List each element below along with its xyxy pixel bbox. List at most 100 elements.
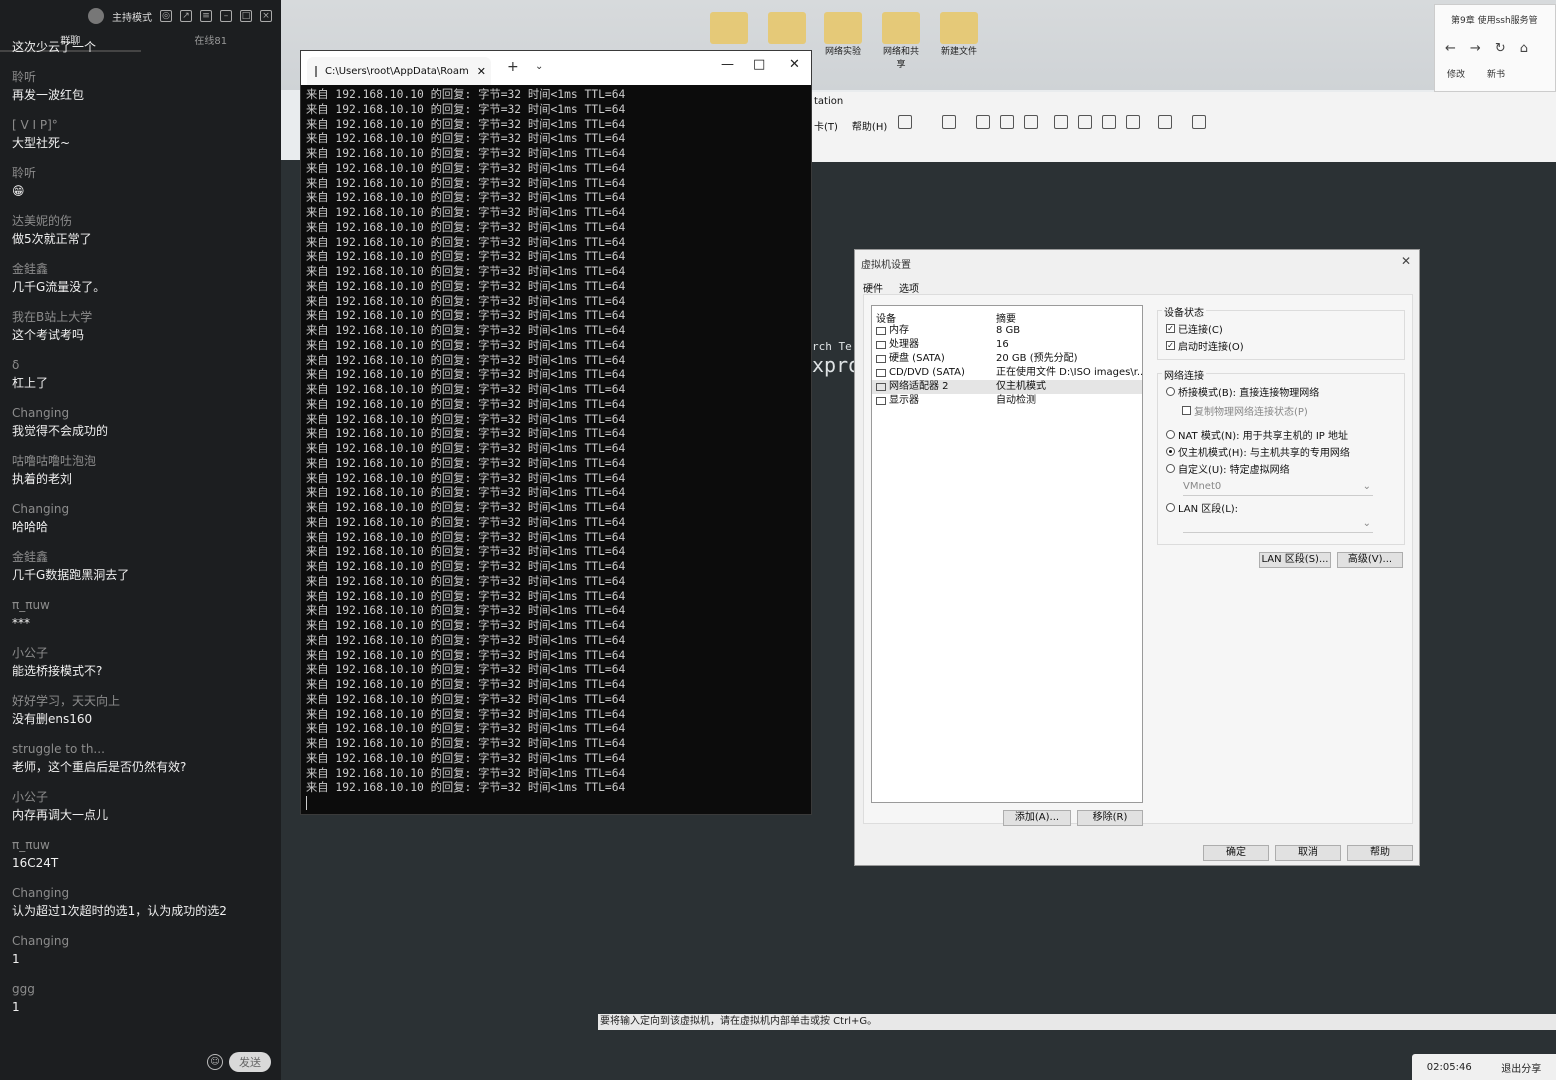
device-row[interactable]: 硬盘 (SATA) 20 GB (预先分配) [872, 352, 1142, 366]
radio[interactable] [1166, 464, 1175, 473]
bookmark-link[interactable]: 新书 [1487, 67, 1505, 80]
thumbnail-icon[interactable] [1078, 115, 1092, 129]
device-row[interactable]: 显示器 自动检测 [872, 394, 1142, 408]
snapshot-icon[interactable] [976, 115, 990, 129]
radio[interactable] [1166, 387, 1175, 396]
menu-tab[interactable]: 卡(T) [814, 118, 838, 133]
sidebar-icon[interactable] [1054, 115, 1068, 129]
tab-options[interactable]: 选项 [899, 280, 919, 295]
message-nick[interactable]: 聆听 [12, 164, 275, 182]
fullscreen-icon[interactable] [1102, 115, 1116, 129]
bookmark-link[interactable]: 修改 [1447, 67, 1465, 80]
hostonly-radio[interactable]: 仅主机模式(H): 与主机共享的专用网络 [1166, 444, 1350, 459]
lan-segments-button[interactable]: LAN 区段(S)... [1259, 552, 1331, 568]
radio[interactable] [1166, 503, 1175, 512]
message-nick[interactable]: 达美妮的伤 [12, 212, 275, 230]
device-row[interactable]: CD/DVD (SATA) 正在使用文件 D:\ISO images\r... [872, 366, 1142, 380]
forward-icon[interactable]: → [1470, 41, 1481, 56]
checkbox[interactable]: ✓ [1166, 324, 1175, 333]
menu-help[interactable]: 帮助(H) [852, 118, 887, 133]
pause-icon[interactable] [898, 115, 912, 129]
maximize-icon[interactable]: □ [753, 57, 765, 72]
message-nick[interactable]: ggg [12, 980, 275, 998]
custom-radio[interactable]: 自定义(U): 特定虚拟网络 [1166, 461, 1290, 476]
checkbox[interactable] [1182, 406, 1191, 415]
radio[interactable] [1166, 430, 1175, 439]
ok-button[interactable]: 确定 [1203, 845, 1269, 861]
minimize-icon[interactable]: – [220, 10, 232, 22]
remove-button[interactable]: 移除(R) [1077, 810, 1143, 826]
home-icon[interactable]: ⌂ [1520, 41, 1528, 56]
message-nick[interactable]: π_πuw [12, 836, 275, 854]
message-nick[interactable]: [ V I P]° [12, 116, 275, 134]
message-nick[interactable]: Changing [12, 500, 275, 518]
message-nick[interactable]: 小公子 [12, 644, 275, 662]
send-button[interactable]: 发送 [229, 1052, 271, 1072]
cancel-button[interactable]: 取消 [1275, 845, 1341, 861]
minimize-icon[interactable]: — [721, 57, 734, 72]
custom-network-select[interactable]: VMnet0 ⌄ [1183, 481, 1373, 496]
device-list[interactable]: 设备 摘要 内存 8 GB 处理器 16 硬盘 (SATA) 20 GB (预先分配) CD… [871, 305, 1143, 803]
vm-console[interactable]: rch Te xpro [812, 340, 860, 377]
close-icon[interactable]: ✕ [1401, 254, 1411, 268]
desktop-icon[interactable]: 新建文件 [937, 12, 981, 57]
revert-snapshot-icon[interactable] [1000, 115, 1014, 129]
help-button[interactable]: 帮助 [1347, 845, 1413, 861]
chevron-down-icon[interactable]: ⌄ [535, 61, 543, 72]
console-icon[interactable] [1158, 115, 1172, 129]
new-tab-icon[interactable]: + [507, 59, 519, 75]
radio[interactable] [1166, 447, 1175, 456]
browser-tab[interactable]: 第9章 使用ssh服务管 [1451, 13, 1538, 26]
maximize-icon[interactable]: □ [240, 10, 252, 22]
unity-icon[interactable] [1126, 115, 1140, 129]
message-nick[interactable]: 金銈鑫 [12, 548, 275, 566]
replicate-checkbox[interactable]: 复制物理网络连接状态(P) [1182, 403, 1308, 418]
menu-icon[interactable]: ≡ [200, 10, 212, 22]
desktop-icon[interactable]: 网络实验 [821, 12, 865, 57]
add-button[interactable]: 添加(A)... [1003, 810, 1071, 826]
refresh-icon[interactable]: ↻ [1495, 41, 1506, 56]
snapshot-manager-icon[interactable] [1024, 115, 1038, 129]
nat-radio[interactable]: NAT 模式(N): 用于共享主机的 IP 地址 [1166, 427, 1348, 442]
message-nick[interactable]: struggle to th... [12, 740, 275, 758]
desktop-icon[interactable] [765, 12, 809, 44]
message-nick[interactable]: 金銈鑫 [12, 260, 275, 278]
close-icon[interactable]: × [260, 10, 272, 22]
message-nick[interactable]: 好好学习，天天向上 [12, 692, 275, 710]
send-keys-icon[interactable] [942, 115, 956, 129]
desktop-icon[interactable] [707, 12, 751, 44]
exit-share-button[interactable]: 退出分享 [1501, 1060, 1541, 1075]
bridged-radio[interactable]: 桥接模式(B): 直接连接物理网络 [1166, 384, 1319, 399]
desktop-icon[interactable]: 网络和共享 [879, 12, 923, 70]
device-row[interactable]: 网络适配器 2 仅主机模式 [872, 380, 1142, 394]
checkbox[interactable]: ✓ [1166, 341, 1175, 350]
connected-checkbox[interactable]: ✓ 已连接(C) [1166, 321, 1223, 336]
avatar[interactable] [88, 8, 104, 24]
message-nick[interactable]: Changing [12, 932, 275, 950]
tab-hardware[interactable]: 硬件 [863, 280, 883, 295]
device-row[interactable]: 处理器 16 [872, 338, 1142, 352]
message-nick[interactable]: 咕噜咕噜吐泡泡 [12, 452, 275, 470]
terminal-tab[interactable]: C:\Users\root\AppData\Roam ✕ [307, 57, 491, 85]
popout-icon[interactable]: ↗ [180, 10, 192, 22]
message-nick[interactable]: 聆听 [12, 68, 275, 86]
message-nick[interactable]: δ [12, 356, 275, 374]
back-icon[interactable]: ← [1445, 41, 1456, 56]
close-tab-icon[interactable]: ✕ [477, 65, 486, 78]
message-nick[interactable]: Changing [12, 884, 275, 902]
message-nick[interactable]: 我在B站上大学 [12, 308, 275, 326]
terminal-output[interactable]: 来自 192.168.10.10 的回复: 字节=32 时间<1ms TTL=6… [301, 85, 811, 796]
settings-icon[interactable]: ◎ [160, 10, 172, 22]
emoji-icon[interactable]: ☺ [207, 1054, 223, 1070]
connect-on-start-checkbox[interactable]: ✓ 启动时连接(O) [1166, 338, 1244, 353]
lan-segment-select[interactable]: ⌄ [1183, 518, 1373, 533]
message-nick[interactable]: Changing [12, 404, 275, 422]
message-nick[interactable]: π_πuw [12, 596, 275, 614]
device-row[interactable]: 内存 8 GB [872, 324, 1142, 338]
close-icon[interactable]: ✕ [789, 57, 800, 72]
lan-radio[interactable]: LAN 区段(L): [1166, 500, 1238, 515]
stretch-icon[interactable] [1192, 115, 1206, 129]
vmware-menu: 卡(T) 帮助(H) [814, 118, 887, 133]
message-nick[interactable]: 小公子 [12, 788, 275, 806]
advanced-button[interactable]: 高级(V)... [1337, 552, 1403, 568]
